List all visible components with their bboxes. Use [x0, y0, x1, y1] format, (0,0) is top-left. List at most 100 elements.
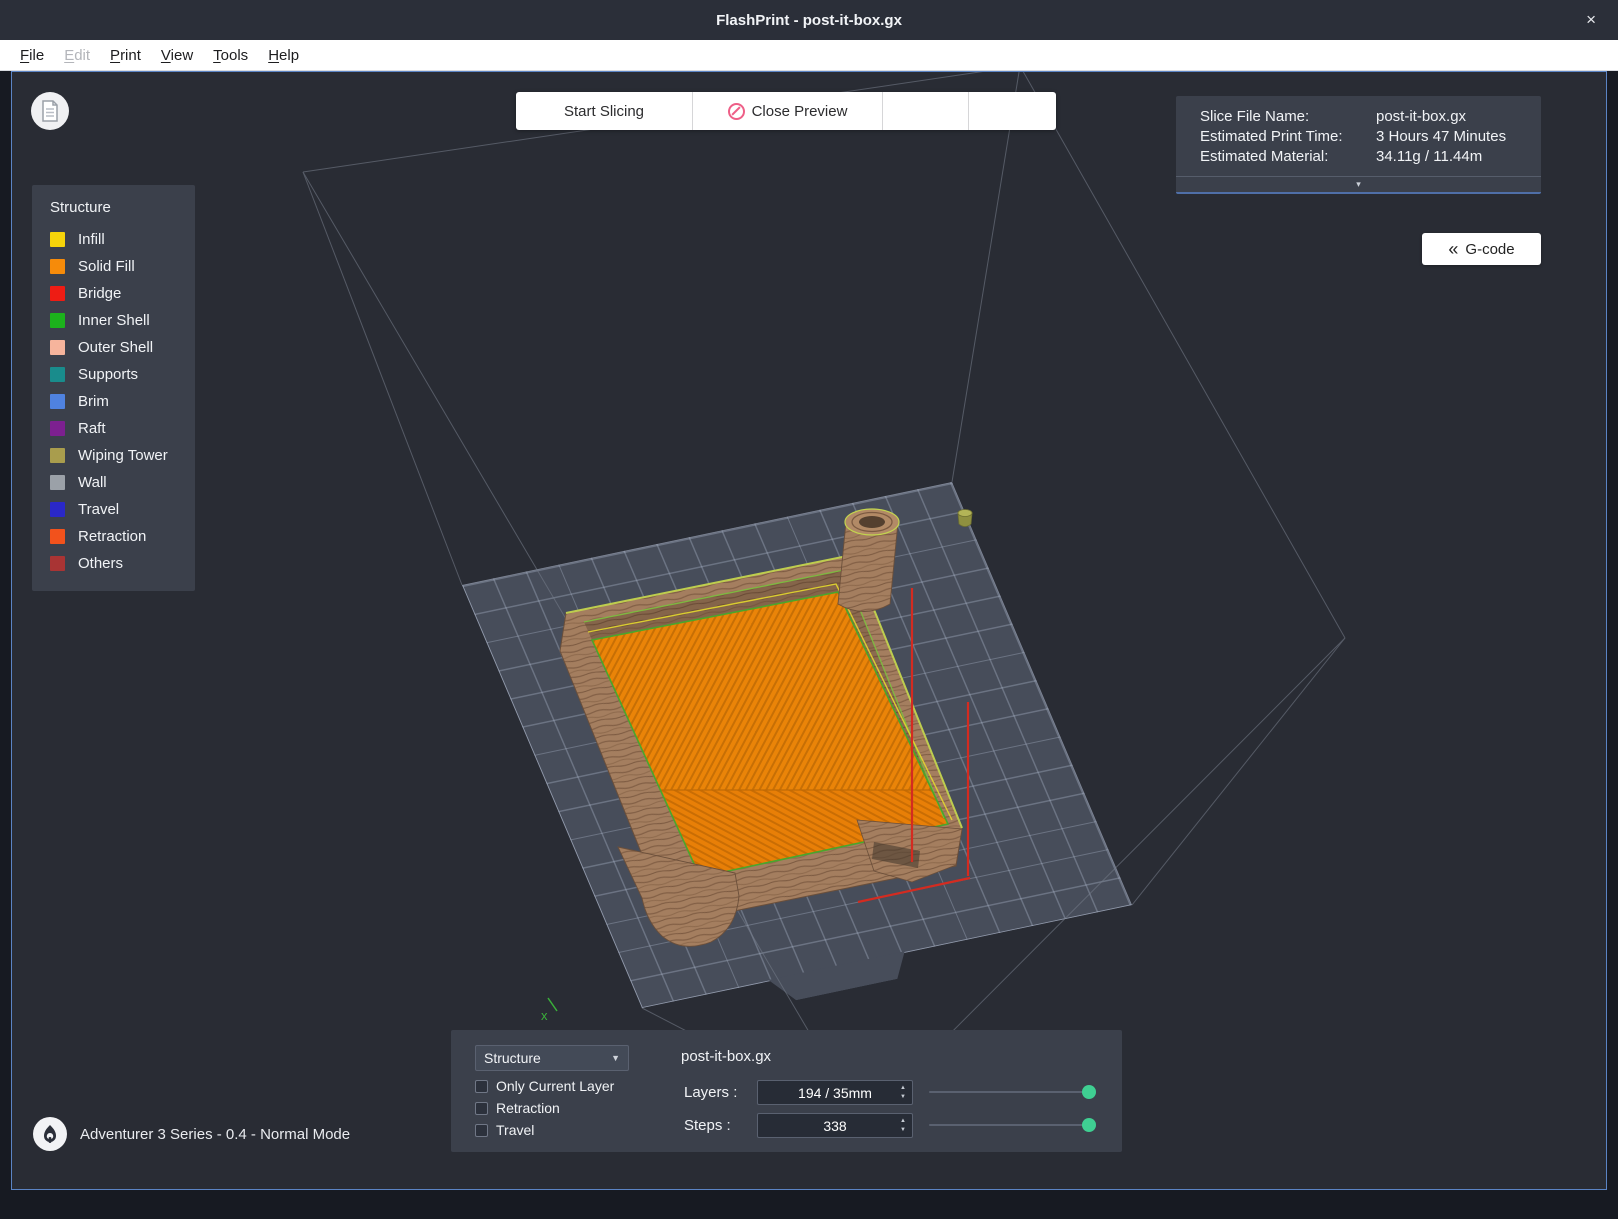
gcode-button[interactable]: « G-code — [1422, 233, 1541, 265]
checkbox — [475, 1080, 488, 1093]
travel-checkbox[interactable]: Travel — [475, 1122, 534, 1138]
color-swatch — [50, 367, 65, 382]
file-info-button[interactable] — [31, 92, 69, 130]
view-mode-select[interactable]: Structure ▼ — [475, 1045, 629, 1071]
window-title: FlashPrint - post-it-box.gx — [716, 12, 902, 29]
3d-preview-canvas[interactable]: x — [12, 72, 1606, 1189]
legend-item-others: Others — [50, 550, 195, 577]
color-swatch — [50, 313, 65, 328]
slider-knob[interactable] — [1082, 1118, 1096, 1132]
stepper-up-icon[interactable]: ▲ — [900, 1118, 906, 1124]
color-swatch — [50, 556, 65, 571]
menu-file[interactable]: File — [10, 43, 54, 68]
slice-info-panel: Slice File Name: post-it-box.gx Estimate… — [1176, 96, 1541, 194]
layers-value: 194 / 35mm — [798, 1085, 872, 1101]
legend-item-solid-fill: Solid Fill — [50, 253, 195, 280]
steps-slider[interactable] — [929, 1118, 1096, 1132]
start-slicing-label: Start Slicing — [564, 103, 644, 120]
document-icon — [41, 100, 59, 122]
color-swatch — [50, 394, 65, 409]
layers-stepper[interactable]: ▲ ▼ — [896, 1083, 910, 1102]
info-label: Slice File Name: — [1200, 107, 1376, 127]
no-entry-icon — [728, 103, 745, 120]
svg-text:x: x — [541, 1008, 548, 1023]
legend-item-raft: Raft — [50, 415, 195, 442]
toolbar-extra-segment-2[interactable] — [968, 92, 1056, 130]
color-swatch — [50, 259, 65, 274]
stepper-down-icon[interactable]: ▼ — [900, 1127, 906, 1133]
viewport-frame: x — [11, 71, 1607, 1190]
steps-input[interactable]: 338 ▲ ▼ — [757, 1113, 913, 1138]
close-preview-button[interactable]: Close Preview — [692, 92, 882, 130]
menu-edit: Edit — [54, 43, 100, 68]
legend-item-outer-shell: Outer Shell — [50, 334, 195, 361]
menu-help[interactable]: Help — [258, 43, 309, 68]
layers-slider[interactable] — [929, 1085, 1096, 1099]
close-preview-label: Close Preview — [752, 103, 848, 120]
toolbar-extra-segment-1[interactable] — [882, 92, 968, 130]
menu-view[interactable]: View — [151, 43, 203, 68]
printer-name-text: Adventurer 3 Series - 0.4 - Normal Mode — [80, 1126, 350, 1143]
chevron-down-icon: ▼ — [611, 1053, 620, 1063]
legend-item-brim: Brim — [50, 388, 195, 415]
slider-knob[interactable] — [1082, 1085, 1096, 1099]
double-chevron-left-icon: « — [1448, 240, 1458, 258]
legend-item-infill: Infill — [50, 226, 195, 253]
info-row-print-time: Estimated Print Time: 3 Hours 47 Minutes — [1200, 127, 1541, 147]
legend-item-travel: Travel — [50, 496, 195, 523]
legend-item-wall: Wall — [50, 469, 195, 496]
flashforge-logo-icon — [33, 1117, 67, 1151]
color-swatch — [50, 421, 65, 436]
app-window: FlashPrint - post-it-box.gx × File Edit … — [0, 0, 1618, 1219]
color-swatch — [50, 529, 65, 544]
title-bar: FlashPrint - post-it-box.gx × — [0, 0, 1618, 40]
model-corner-cylinder — [838, 509, 899, 612]
color-swatch — [50, 502, 65, 517]
info-value: 3 Hours 47 Minutes — [1376, 127, 1541, 147]
info-label: Estimated Print Time: — [1200, 127, 1376, 147]
preview-toolbar: Start Slicing Close Preview — [516, 92, 1056, 130]
steps-stepper[interactable]: ▲ ▼ — [896, 1116, 910, 1135]
wiping-tower-object — [958, 510, 972, 527]
color-swatch — [50, 232, 65, 247]
layers-input[interactable]: 194 / 35mm ▲ ▼ — [757, 1080, 913, 1105]
3d-viewport[interactable]: x — [12, 72, 1606, 1189]
view-mode-value: Structure — [484, 1050, 541, 1066]
preview-file-name: post-it-box.gx — [681, 1048, 771, 1065]
color-swatch — [50, 448, 65, 463]
legend-title: Structure — [50, 199, 195, 216]
steps-value: 338 — [823, 1118, 846, 1134]
checkbox — [475, 1124, 488, 1137]
menu-print[interactable]: Print — [100, 43, 151, 68]
menu-tools[interactable]: Tools — [203, 43, 258, 68]
legend-item-bridge: Bridge — [50, 280, 195, 307]
slider-track[interactable] — [929, 1091, 1096, 1093]
chevron-down-icon: ▾ — [1356, 179, 1361, 190]
start-slicing-button[interactable]: Start Slicing — [516, 92, 692, 130]
layers-label: Layers : — [684, 1084, 737, 1101]
legend-item-wiping-tower: Wiping Tower — [50, 442, 195, 469]
structure-legend: Structure Infill Solid Fill Bridge Inner… — [32, 185, 195, 591]
stepper-down-icon[interactable]: ▼ — [900, 1094, 906, 1100]
color-swatch — [50, 340, 65, 355]
info-value: post-it-box.gx — [1376, 107, 1541, 127]
steps-label: Steps : — [684, 1117, 731, 1134]
legend-item-supports: Supports — [50, 361, 195, 388]
info-value: 34.11g / 11.44m — [1376, 147, 1541, 167]
sliced-model — [560, 509, 972, 946]
preview-controls-panel: Structure ▼ Only Current Layer Retractio… — [451, 1030, 1122, 1152]
legend-item-retraction: Retraction — [50, 523, 195, 550]
legend-item-inner-shell: Inner Shell — [50, 307, 195, 334]
info-row-material: Estimated Material: 34.11g / 11.44m — [1200, 147, 1541, 167]
checkbox — [475, 1102, 488, 1115]
close-window-button[interactable]: × — [1580, 0, 1602, 40]
slider-track[interactable] — [929, 1124, 1096, 1126]
gcode-label: G-code — [1465, 241, 1514, 258]
retraction-checkbox[interactable]: Retraction — [475, 1100, 560, 1116]
stepper-up-icon[interactable]: ▲ — [900, 1085, 906, 1091]
x-axis-marker: x — [541, 998, 557, 1023]
color-swatch — [50, 475, 65, 490]
only-current-layer-checkbox[interactable]: Only Current Layer — [475, 1078, 614, 1094]
info-row-filename: Slice File Name: post-it-box.gx — [1200, 107, 1541, 127]
info-panel-collapse[interactable]: ▾ — [1176, 176, 1541, 192]
